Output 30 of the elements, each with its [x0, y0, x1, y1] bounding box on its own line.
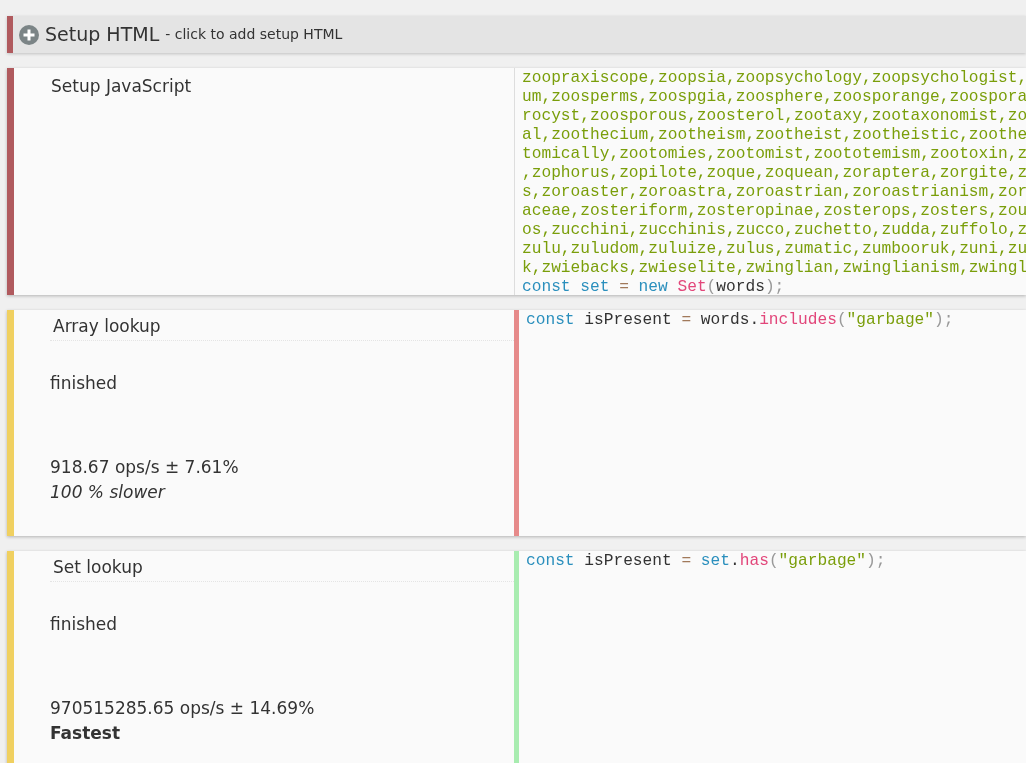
test-title: Array lookup	[50, 310, 514, 341]
test-status: finished	[50, 372, 119, 395]
test-comparison: 100 % slower	[50, 481, 167, 504]
test-result: 918.67 ops/s ± 7.61%	[50, 455, 240, 479]
code-line: k,zwiebacks,zwieselite,zwinglian,zwinglianism,zwingl	[522, 259, 1026, 278]
test-title: Set lookup	[50, 551, 514, 582]
code-line: aceae,zosteriform,zosteropinae,zosterops,zosters,zou	[522, 202, 1026, 221]
code-line: const isPresent = set.has("garbage");	[526, 552, 887, 571]
code-line: tomically,zootomies,zootomist,zoototemism,zootoxin,z	[522, 145, 1026, 164]
test-status: finished	[50, 613, 119, 636]
code-line: zulu,zuludom,zuluize,zulus,zumatic,zumbooruk,zuni,zu	[522, 240, 1026, 259]
code-editor[interactable]	[514, 68, 1026, 295]
code-line: const isPresent = words.includes("garbage");	[526, 311, 955, 330]
add-icon[interactable]	[19, 24, 39, 45]
code-editor[interactable]: const isPresent = set.has("garbage");	[514, 551, 1026, 763]
code-editor[interactable]: const isPresent = words.includes("garbage");	[514, 310, 1026, 536]
section-title: Setup HTML	[45, 22, 160, 48]
code-line: s,zoroaster,zoroastra,zoroastrian,zoroastrianism,zor	[522, 183, 1026, 202]
code-line: ,zophorus,zopilote,zoque,zoquean,zoraptera,zorgite,z	[522, 164, 1026, 183]
code-line: os,zucchini,zucchinis,zucco,zuchetto,zudda,zuffolo,z	[522, 221, 1026, 240]
code-line: const set = new Set(words);	[522, 278, 786, 295]
test-comparison: Fastest	[50, 722, 122, 745]
test-result: 970515285.65 ops/s ± 14.69%	[50, 696, 316, 720]
code-line: zoopraxiscope,zoopsia,zoopsychology,zoopsychologist,	[522, 69, 1026, 88]
section-hint: - click to add setup HTML	[165, 25, 343, 44]
code-line: um,zoosperms,zoospgia,zoosphere,zoosporange,zoospora	[522, 88, 1026, 107]
setup-html-bar[interactable]: Setup HTML - click to add setup HTML	[7, 16, 1026, 53]
section-title: Setup JavaScript	[50, 75, 193, 98]
code-line: rocyst,zoosporous,zoosterol,zootaxy,zootaxonomist,zo	[522, 107, 1026, 126]
code-line: al,zoothecium,zootheism,zootheist,zootheistic,zoothe	[522, 126, 1026, 145]
